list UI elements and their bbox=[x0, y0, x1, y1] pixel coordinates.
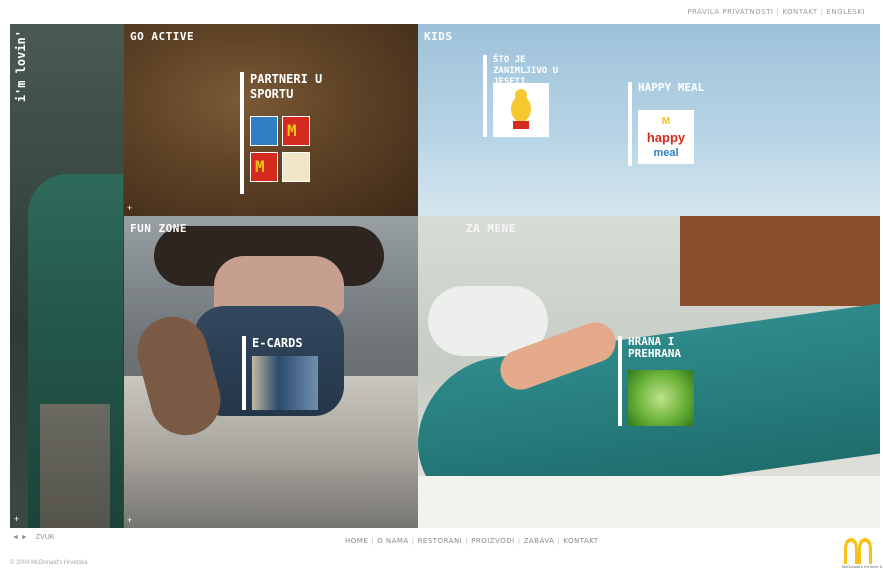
panel-title: FUN ZONE bbox=[130, 222, 187, 235]
mascot-logo-icon bbox=[282, 152, 310, 182]
corner-mark: + bbox=[14, 514, 20, 524]
golden-arches-icon bbox=[844, 538, 872, 564]
wooden-shelf bbox=[680, 216, 880, 306]
contact-link[interactable]: KONTAKT bbox=[782, 8, 817, 16]
separator: | bbox=[776, 8, 780, 16]
prev-icon[interactable]: ◄ bbox=[12, 534, 19, 541]
next-icon[interactable]: ► bbox=[21, 534, 28, 541]
tile-bar bbox=[628, 82, 632, 166]
nav-products[interactable]: PROIZVODI bbox=[471, 537, 515, 545]
language-link[interactable]: ENGLESKI bbox=[826, 8, 865, 16]
bird-character-icon bbox=[511, 89, 531, 129]
nav-fun[interactable]: ZABAVA bbox=[524, 537, 555, 545]
tile-label: E-CARDS bbox=[252, 336, 303, 350]
svg-text:meal: meal bbox=[653, 147, 678, 159]
partner-logos: M M bbox=[250, 116, 312, 192]
copyright: © 2004 McDonald's Hrvatska bbox=[10, 560, 88, 566]
panel-title: GO ACTIVE bbox=[130, 30, 195, 43]
svg-text:happy: happy bbox=[647, 130, 686, 145]
bed-sheet bbox=[418, 476, 880, 528]
media-controls: ◄ ► ZVUK bbox=[12, 534, 54, 541]
tile-bar bbox=[242, 336, 246, 410]
separator: | bbox=[465, 537, 469, 545]
happy-meal-thumbnail: M happy meal bbox=[638, 110, 694, 164]
olympic-logo-icon bbox=[250, 116, 278, 146]
separator: | bbox=[411, 537, 415, 545]
tile-label: HAPPY MEAL bbox=[638, 81, 705, 94]
bottom-nav: HOME | O NAMA | RESTORANI | PROIZVODI | ZABAVA | K… bbox=[345, 537, 599, 545]
corner-mark: + bbox=[127, 515, 133, 525]
panel-title: ZA MENE bbox=[466, 222, 516, 235]
golden-arches-icon: M bbox=[255, 157, 265, 176]
happy-meal-logo-icon: M happy meal bbox=[647, 116, 686, 159]
logo-tagline: McDonald's i'm lovin' it bbox=[842, 564, 883, 569]
tile-label: PARTNERI U SPORTU bbox=[250, 72, 323, 101]
nav-about[interactable]: O NAMA bbox=[377, 537, 409, 545]
mcdonalds-logo-icon: M bbox=[282, 116, 310, 146]
vertical-slogan: i'm lovin' bbox=[14, 30, 28, 103]
left-panel-imlovin[interactable]: i'm lovin' + bbox=[10, 24, 124, 528]
golden-arches-icon: M bbox=[287, 121, 297, 140]
tile-bar bbox=[240, 72, 244, 194]
separator: | bbox=[371, 537, 375, 545]
nav-contact[interactable]: KONTAKT bbox=[563, 537, 598, 545]
nav-home[interactable]: HOME bbox=[345, 537, 368, 545]
separator: | bbox=[557, 537, 561, 545]
privacy-link[interactable]: PRAVILA PRIVATNOSTI bbox=[687, 8, 773, 16]
svg-text:M: M bbox=[662, 116, 670, 127]
tile-bar bbox=[618, 336, 622, 426]
mcdonalds-logo-icon: M bbox=[250, 152, 278, 182]
top-links: PRAVILA PRIVATNOSTI | KONTAKT | ENGLESKI bbox=[687, 8, 865, 16]
nav-restaurants[interactable]: RESTORANI bbox=[418, 537, 463, 545]
panel-title: KIDS bbox=[424, 30, 453, 43]
ecards-thumbnail bbox=[252, 356, 318, 410]
tile-label: HRANA I PREHRANA bbox=[628, 335, 681, 360]
sound-toggle[interactable]: ZVUK bbox=[30, 534, 55, 541]
person-legs bbox=[40, 404, 110, 528]
corner-mark: + bbox=[127, 203, 133, 213]
mcdonalds-logo[interactable]: McDonald's i'm lovin' it bbox=[842, 536, 882, 570]
tile-bar bbox=[483, 55, 487, 137]
character-thumbnail bbox=[493, 83, 549, 137]
salad-thumbnail bbox=[628, 370, 694, 426]
separator: | bbox=[517, 537, 521, 545]
